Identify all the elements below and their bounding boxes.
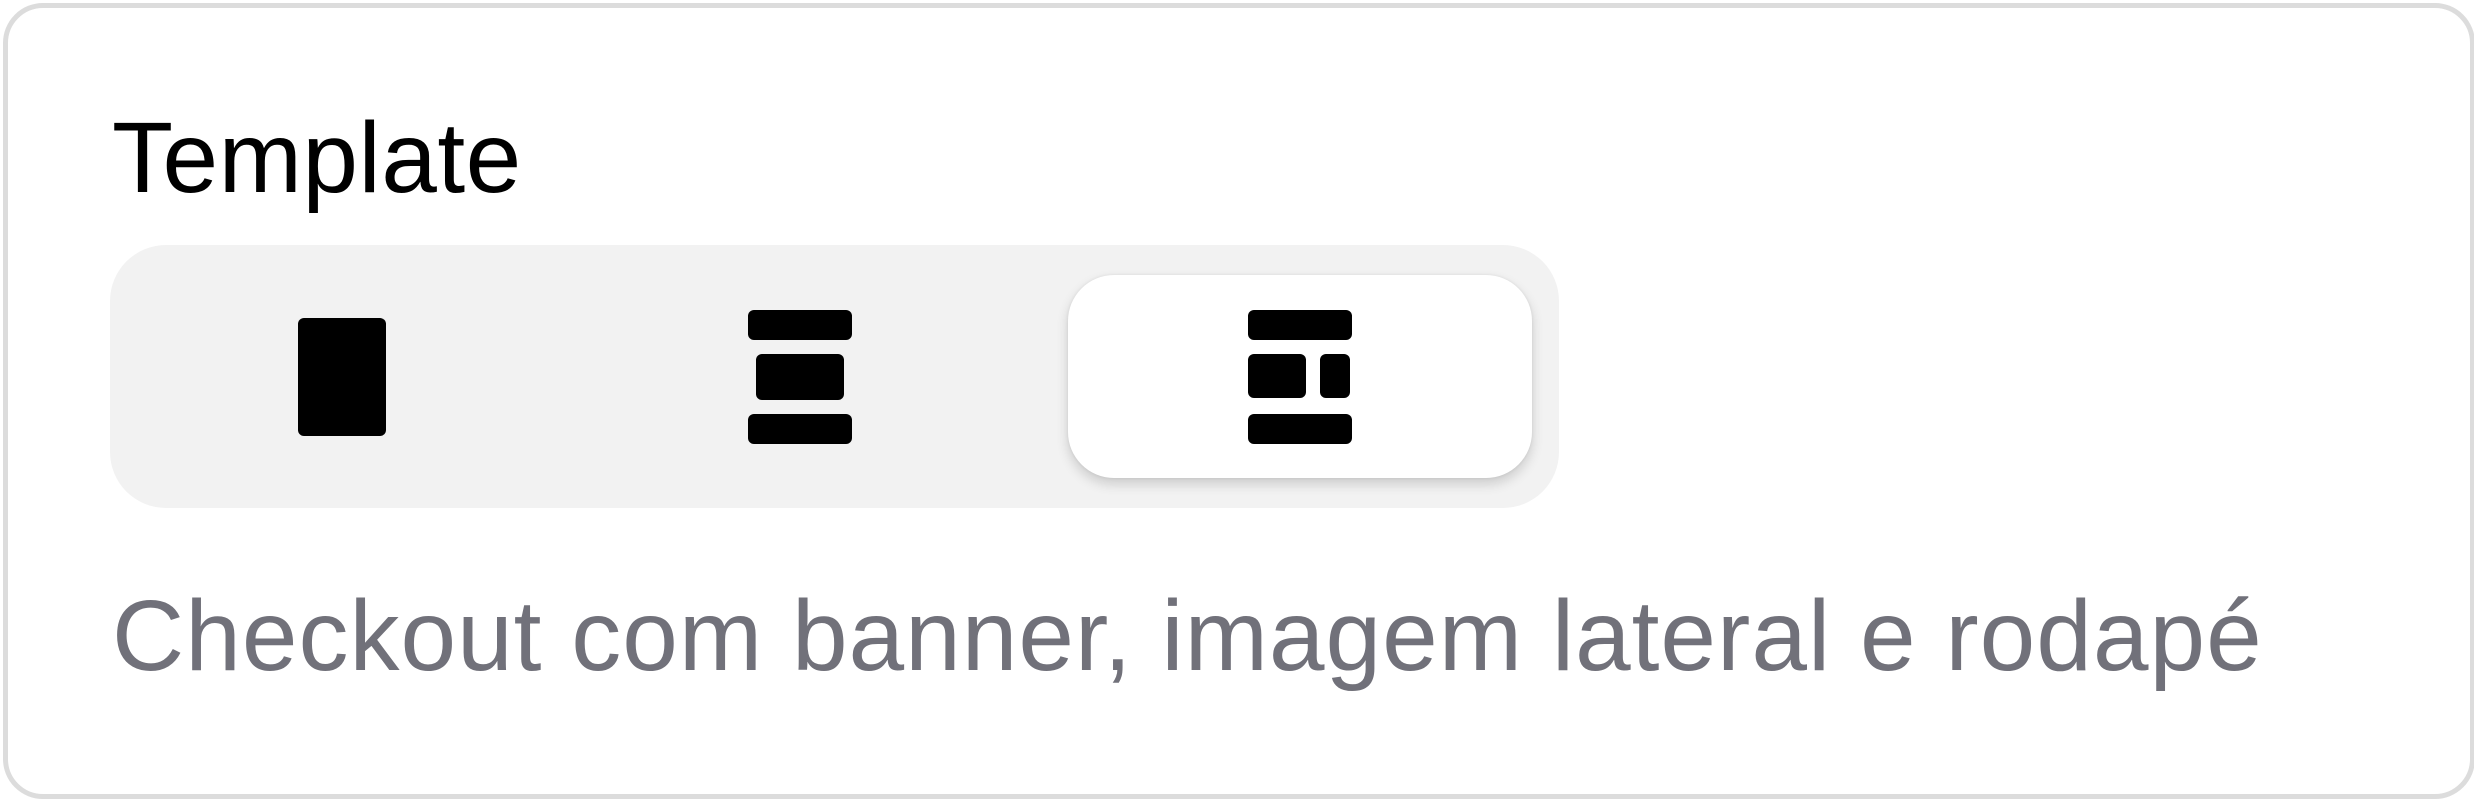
template-card: Template Checkout com banner, imagem lat… (3, 3, 2474, 799)
layout-banner-split-footer-icon (1248, 309, 1352, 444)
template-segmented-control (110, 245, 1559, 508)
template-option-banner-side-footer[interactable] (1068, 275, 1532, 478)
template-option-banner-footer[interactable] (568, 275, 1032, 478)
template-description: Checkout com banner, imagem lateral e ro… (112, 580, 2263, 692)
template-option-single[interactable] (110, 275, 574, 478)
layout-single-block-icon (298, 317, 386, 436)
layout-banner-content-footer-icon (748, 309, 852, 444)
template-label: Template (112, 102, 522, 214)
